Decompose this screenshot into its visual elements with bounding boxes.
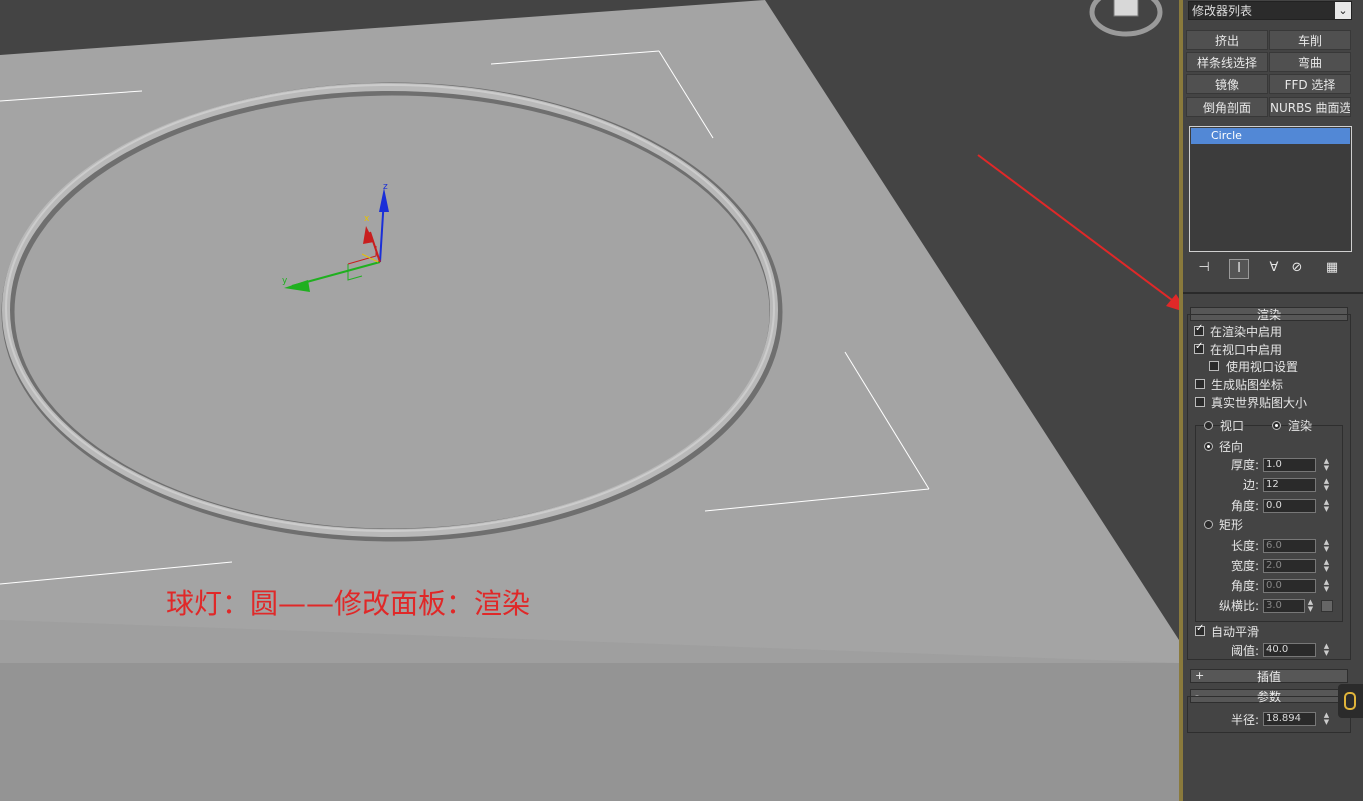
real-world-map-size-label: 真实世界贴图大小 (1211, 396, 1308, 410)
y-axis-label: y (282, 276, 288, 286)
threshold-label: 阈值: (1230, 644, 1259, 658)
radius-label: 半径: (1230, 713, 1259, 727)
sides-spinner[interactable]: ▲ ▼ (1322, 478, 1331, 492)
remove-modifier-icon[interactable]: ⊘ (1288, 259, 1306, 277)
enable-in-renderer-checkbox[interactable] (1194, 323, 1204, 336)
pin-stack-icon[interactable]: ⊣ (1195, 259, 1213, 277)
rect-angle-label: 角度: (1230, 579, 1259, 593)
nurbs-surface-select-button[interactable]: NURBS 曲面选择 (1269, 97, 1351, 117)
enable-in-renderer-label: 在渲染中启用 (1210, 325, 1283, 339)
show-end-result-icon[interactable]: Ⅰ (1229, 259, 1249, 279)
width-spinner[interactable]: ▲ ▼ (1322, 559, 1331, 573)
thickness-input[interactable]: 1.0 (1263, 458, 1316, 472)
enable-in-viewport-checkbox[interactable] (1194, 341, 1204, 354)
bend-button[interactable]: 弯曲 (1269, 52, 1351, 72)
enable-in-viewport-label: 在视口中启用 (1210, 343, 1283, 357)
width-input[interactable]: 2.0 (1263, 559, 1316, 573)
auto-smooth-checkbox[interactable] (1195, 623, 1205, 636)
threshold-spinner[interactable]: ▲ ▼ (1322, 643, 1331, 657)
rectangular-radio[interactable] (1204, 520, 1213, 529)
aspect-spinner[interactable]: ▲ ▼ (1306, 599, 1315, 613)
generate-mapping-coords-checkbox[interactable] (1195, 379, 1205, 389)
z-axis-label: z (383, 182, 388, 192)
ffd-select-button[interactable]: FFD 选择 (1269, 74, 1351, 94)
lock-aspect-icon[interactable] (1321, 600, 1333, 612)
aspect-label: 纵横比: (1218, 599, 1259, 613)
thickness-spinner[interactable]: ▲ ▼ (1322, 458, 1331, 472)
render-radio[interactable] (1272, 421, 1281, 430)
interpolation-rollout-header[interactable]: + 插值 (1190, 669, 1348, 684)
real-world-map-size-checkbox[interactable] (1195, 397, 1205, 407)
radius-spinner[interactable]: ▲ ▼ (1322, 712, 1331, 726)
spline-select-button[interactable]: 样条线选择 (1186, 52, 1268, 72)
panel-separator (1183, 292, 1363, 294)
x-axis-label: x (364, 214, 370, 224)
modifier-list-dropdown[interactable]: 修改器列表 ⌄ (1188, 1, 1352, 20)
length-label: 长度: (1230, 539, 1259, 553)
angle-input[interactable]: 0.0 (1263, 499, 1316, 513)
expand-icon: + (1195, 669, 1205, 682)
viewport-radio-label: 视口 (1220, 419, 1245, 433)
rect-angle-input[interactable]: 0.0 (1263, 579, 1316, 593)
threshold-input[interactable]: 40.0 (1263, 643, 1316, 657)
radial-radio[interactable] (1204, 442, 1213, 451)
perspective-viewport[interactable]: z x y 球灯：圆——修改面板：渲染 (0, 0, 1179, 801)
mirror-button[interactable]: 镜像 (1186, 74, 1268, 94)
configure-modifier-sets-icon[interactable]: ▦ (1323, 259, 1341, 277)
sides-label: 边: (1242, 478, 1259, 492)
annotation-text: 球灯：圆——修改面板：渲染 (166, 587, 531, 620)
length-input[interactable]: 6.0 (1263, 539, 1316, 553)
use-viewport-settings-checkbox[interactable] (1209, 361, 1219, 371)
viewport-canvas[interactable]: z x y (0, 0, 1179, 801)
usb-device-tray[interactable] (1338, 684, 1363, 718)
radial-radio-label: 径向 (1219, 440, 1244, 454)
width-label: 宽度: (1230, 559, 1259, 573)
aspect-input[interactable]: 3.0 (1263, 599, 1305, 613)
angle-spinner[interactable]: ▲ ▼ (1322, 499, 1331, 513)
sides-input[interactable]: 12 (1263, 478, 1316, 492)
stack-item-circle[interactable]: Circle (1191, 128, 1350, 144)
lathe-button[interactable]: 车削 (1269, 30, 1351, 50)
interpolation-rollout-title: 插值 (1256, 670, 1281, 684)
bevel-profile-button[interactable]: 倒角剖面 (1186, 97, 1268, 117)
rect-angle-spinner[interactable]: ▲ ▼ (1322, 579, 1331, 593)
viewport-radio[interactable] (1204, 421, 1213, 430)
use-viewport-settings-label: 使用视口设置 (1226, 360, 1299, 374)
radius-input[interactable]: 18.894 (1263, 712, 1316, 726)
make-unique-icon[interactable]: ∀ (1265, 259, 1283, 277)
extrude-button[interactable]: 挤出 (1186, 30, 1268, 50)
usb-icon (1344, 692, 1356, 710)
auto-smooth-label: 自动平滑 (1211, 625, 1260, 639)
rectangular-radio-label: 矩形 (1219, 518, 1244, 532)
chevron-down-icon[interactable]: ⌄ (1335, 2, 1351, 19)
modifier-stack[interactable]: Circle (1189, 126, 1352, 252)
length-spinner[interactable]: ▲ ▼ (1322, 539, 1331, 553)
generate-mapping-coords-label: 生成贴图坐标 (1211, 378, 1284, 392)
stack-toolbar: ⊣ Ⅰ ∀ ⊘ ▦ (1191, 259, 1356, 279)
thickness-label: 厚度: (1230, 458, 1259, 472)
modifier-list-label: 修改器列表 (1192, 4, 1253, 18)
modify-panel: 修改器列表 ⌄ 挤出 车削 样条线选择 弯曲 镜像 FFD 选择 倒角剖面 NU… (1183, 0, 1363, 801)
render-radio-label: 渲染 (1288, 419, 1313, 433)
angle-label: 角度: (1230, 499, 1259, 513)
